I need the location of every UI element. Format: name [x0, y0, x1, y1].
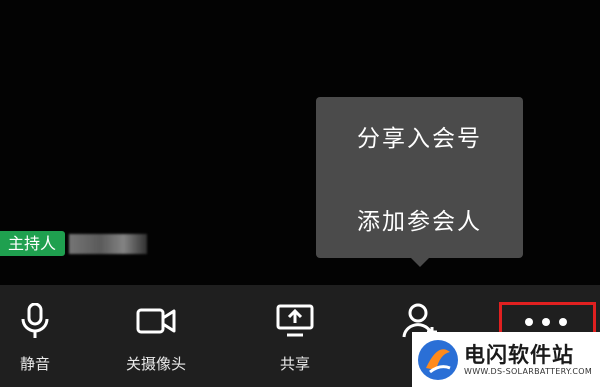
microphone-icon — [20, 303, 50, 339]
mute-label: 静音 — [19, 355, 50, 373]
host-tag-label: 主持人 — [0, 231, 66, 256]
watermark-logo-icon — [418, 339, 458, 380]
menu-item-add-participant[interactable]: 添加参会人 — [316, 202, 523, 236]
camera-label: 关摄像头 — [125, 355, 186, 373]
host-name-blurred — [69, 233, 148, 254]
watermark-title: 电闪软件站 — [464, 343, 574, 367]
more-menu-popup: 分享入会号 添加参会人 — [316, 97, 523, 258]
share-label: 共享 — [279, 355, 310, 373]
more-dots-icon[interactable] — [525, 318, 567, 326]
mute-button[interactable]: 静音 — [0, 285, 85, 387]
popup-caret — [410, 257, 430, 267]
watermark-url: WWW.DS-SOLARBATTERY.COM — [464, 367, 593, 376]
screen-share-icon — [276, 303, 314, 339]
menu-item-share-meeting-id[interactable]: 分享入会号 — [316, 119, 523, 153]
share-button[interactable]: 共享 — [245, 285, 345, 387]
camera-icon — [136, 303, 176, 339]
camera-off-button[interactable]: 关摄像头 — [106, 285, 206, 387]
watermark: 电闪软件站 WWW.DS-SOLARBATTERY.COM — [412, 332, 600, 387]
host-badge: 主持人 — [0, 231, 148, 256]
